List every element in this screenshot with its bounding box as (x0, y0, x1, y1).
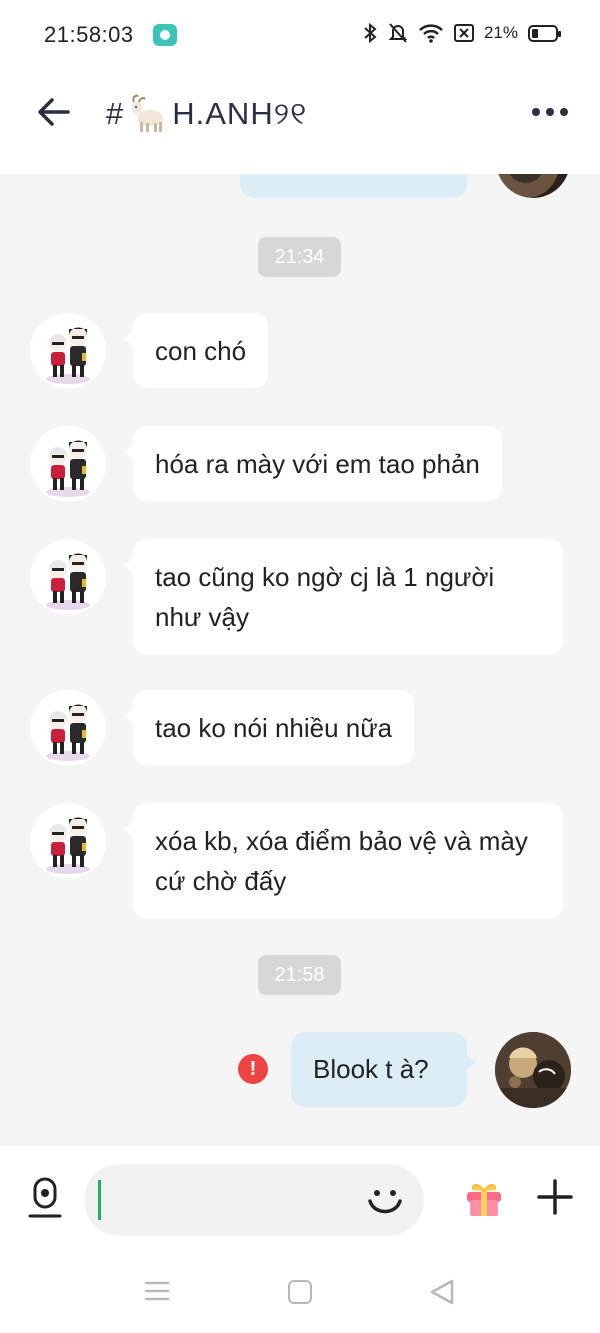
received-message[interactable]: tao ko nói nhiều nữa (123, 690, 415, 765)
received-message[interactable]: hóa ra mày với em tao phản (124, 426, 502, 501)
contact-avatar[interactable] (30, 803, 106, 879)
received-message[interactable]: tao cũng ko ngờ cj là 1 người như vậy (124, 539, 563, 655)
title-text: H.ANH୨୧ (172, 95, 308, 131)
contact-avatar[interactable] (30, 539, 106, 615)
contact-avatar[interactable] (30, 426, 106, 502)
chat-header: # H.ANH୨୧ (0, 70, 600, 174)
system-back-icon[interactable] (428, 1278, 456, 1306)
mute-icon (388, 23, 408, 43)
status-bar: 21:58:03 21% (0, 0, 600, 70)
more-options-icon[interactable] (532, 108, 568, 116)
timestamp: 21:34 (258, 237, 341, 277)
timestamp: 21:58 (258, 955, 341, 995)
my-avatar[interactable] (495, 1032, 571, 1108)
sim-icon (453, 24, 474, 42)
previous-sent-bubble (240, 174, 467, 198)
emoji-icon[interactable] (364, 1179, 406, 1221)
home-icon[interactable] (288, 1280, 312, 1304)
goat-icon (132, 94, 164, 132)
recent-apps-icon[interactable] (144, 1278, 170, 1304)
received-message[interactable]: xóa kb, xóa điểm bảo vệ và mày cứ chờ đấ… (124, 803, 563, 919)
message-input[interactable] (84, 1164, 424, 1236)
received-message[interactable]: con chó (123, 313, 269, 388)
text-caret (98, 1180, 101, 1220)
gift-icon[interactable] (462, 1176, 506, 1220)
wifi-icon (419, 24, 443, 43)
my-avatar[interactable] (496, 174, 570, 198)
voice-message-icon[interactable] (26, 1176, 64, 1222)
title-prefix: # (106, 96, 125, 131)
system-navigation-bar (0, 1248, 600, 1333)
contact-avatar[interactable] (30, 690, 106, 766)
chat-messages[interactable]: 21:34 con chó hóa ra mày với em tao phản… (0, 174, 600, 1146)
message-input-bar (0, 1146, 600, 1248)
plus-icon[interactable] (534, 1176, 576, 1218)
contact-avatar[interactable] (30, 313, 106, 389)
status-time: 21:58:03 (44, 22, 134, 47)
chat-title: # H.ANH୨୧ (106, 92, 307, 136)
bluetooth-icon (364, 22, 377, 44)
back-arrow-icon[interactable] (34, 92, 74, 132)
app-notification-icon (153, 24, 177, 46)
battery-icon (528, 24, 561, 42)
battery-percent: 21% (483, 23, 518, 42)
sent-message[interactable]: Blook t à? (291, 1032, 476, 1107)
send-failed-icon[interactable]: ! (238, 1054, 268, 1084)
